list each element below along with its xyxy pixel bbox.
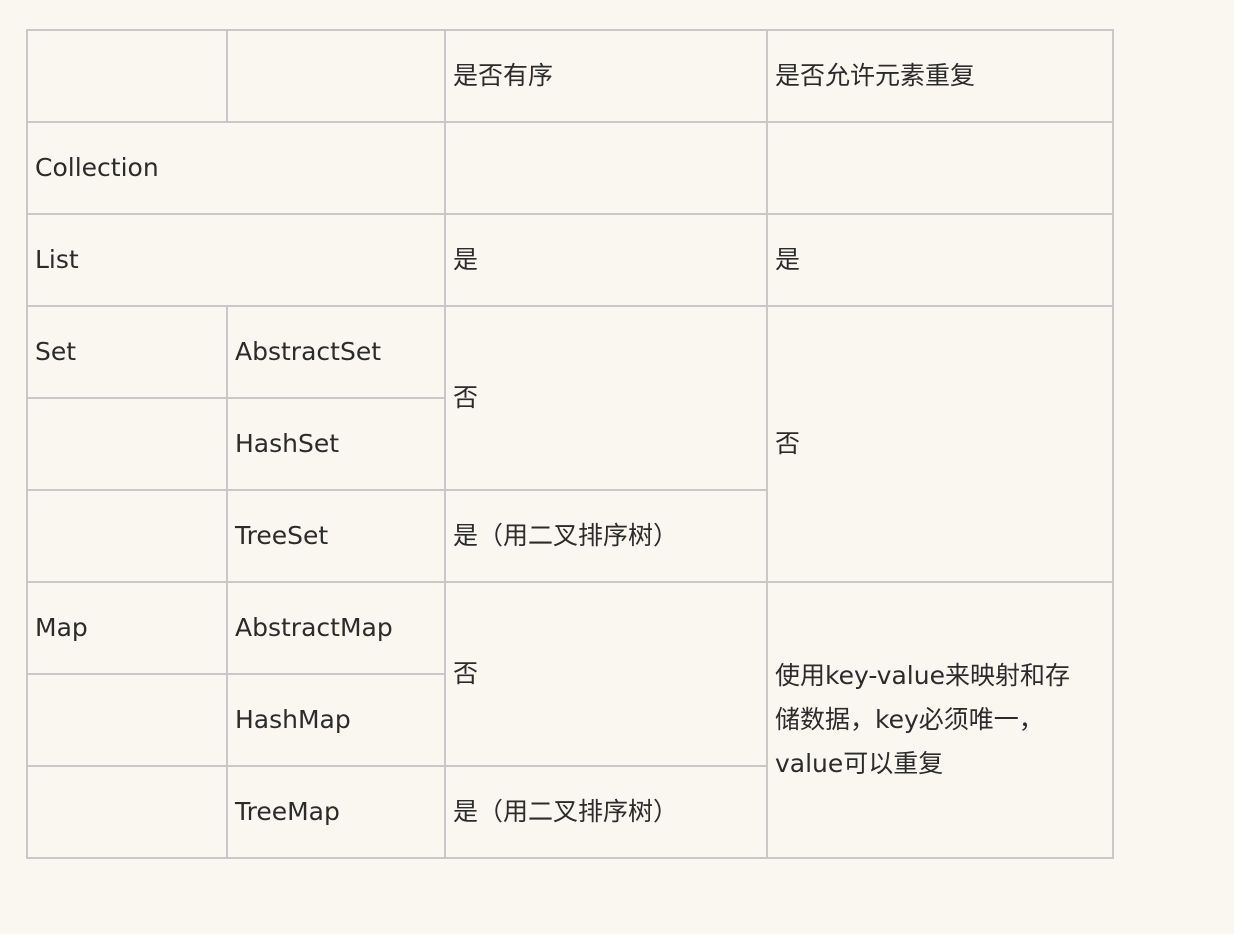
treeset-ordered: 是（用二叉排序树）: [444, 489, 768, 583]
list-label: List: [26, 213, 446, 307]
hashmap-empty-cell: [26, 673, 228, 767]
abstractmap-label: AbstractMap: [226, 581, 446, 675]
header-duplicates: 是否允许元素重复: [766, 29, 1114, 123]
map-ordered-no: 否: [444, 581, 768, 767]
collection-duplicates: [766, 121, 1114, 215]
collection-comparison-table: 是否有序 是否允许元素重复 Collection List 是 是 Set Ab…: [26, 29, 1114, 859]
hashset-label: HashSet: [226, 397, 446, 491]
treeset-label: TreeSet: [226, 489, 446, 583]
set-label: Set: [26, 305, 228, 399]
page: 是否有序 是否允许元素重复 Collection List 是 是 Set Ab…: [0, 0, 1234, 934]
map-label: Map: [26, 581, 228, 675]
treemap-empty-cell: [26, 765, 228, 859]
treeset-empty-cell: [26, 489, 228, 583]
header-ordered: 是否有序: [444, 29, 768, 123]
header-row: 是否有序 是否允许元素重复: [26, 29, 1114, 123]
table-row-set-abstract: Set AbstractSet 否 否: [26, 305, 1114, 583]
list-duplicates: 是: [766, 213, 1114, 307]
treemap-ordered: 是（用二叉排序树）: [444, 765, 768, 859]
treemap-label: TreeMap: [226, 765, 446, 859]
table: 是否有序 是否允许元素重复 Collection List 是 是 Set Ab…: [26, 29, 1114, 859]
hashmap-label: HashMap: [226, 673, 446, 767]
abstractset-label: AbstractSet: [226, 305, 446, 399]
table-row-collection: Collection: [26, 121, 1114, 215]
table-row-list: List 是 是: [26, 213, 1114, 307]
set-ordered-no: 否: [444, 305, 768, 491]
hashset-empty-cell: [26, 397, 228, 491]
header-cell-empty-2: [226, 29, 446, 123]
list-ordered: 是: [444, 213, 768, 307]
set-duplicates: 否: [766, 305, 1114, 583]
collection-label: Collection: [26, 121, 446, 215]
map-duplicates: 使用key-value来映射和存储数据，key必须唯一，value可以重复: [766, 581, 1114, 859]
header-cell-empty-1: [26, 29, 228, 123]
table-row-map-abstract: Map AbstractMap 否 使用key-value来映射和存储数据，ke…: [26, 581, 1114, 859]
collection-ordered: [444, 121, 768, 215]
